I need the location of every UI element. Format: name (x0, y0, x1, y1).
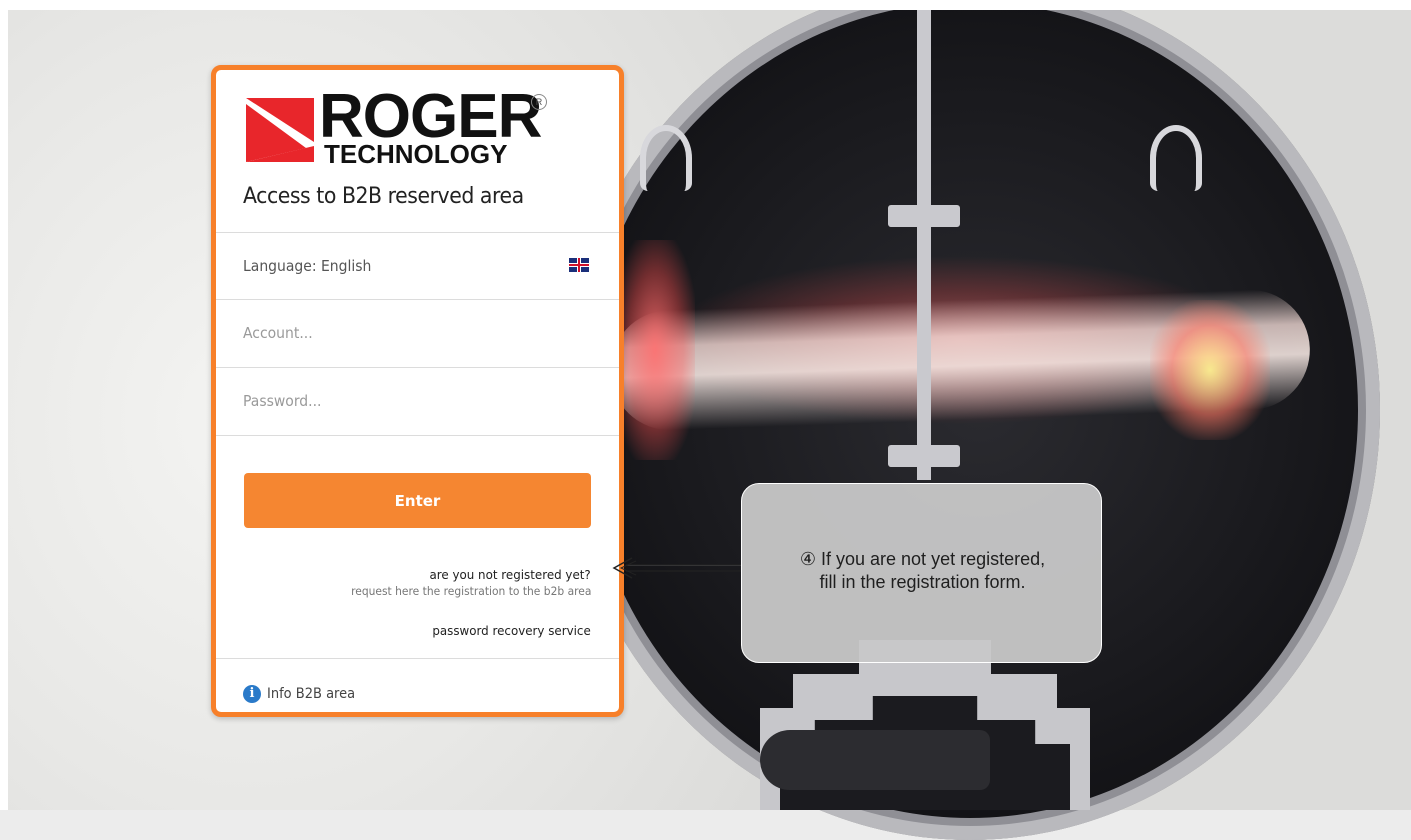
logo-mark-icon (246, 98, 314, 162)
callout-arrow-icon (612, 557, 742, 579)
help-callout: ④ If you are not yet registered, fill in… (741, 483, 1102, 663)
registered-mark: R (531, 94, 547, 110)
callout-line-1: ④ If you are not yet registered, (799, 549, 1046, 569)
callout-text: ④ If you are not yet registered, fill in… (742, 548, 1103, 595)
language-label: Language: English (243, 257, 372, 275)
profile-rib (917, 10, 931, 480)
info-icon: i (243, 685, 261, 703)
profile-clip (640, 125, 692, 191)
info-b2b-link[interactable]: i Info B2B area (243, 683, 362, 705)
page-title: Access to B2B reserved area (243, 184, 524, 209)
divider (216, 658, 619, 659)
callout-line-2: fill in the registration form. (819, 572, 1026, 593)
brand-subtitle: TECHNOLOGY (324, 139, 508, 169)
request-registration-link[interactable]: request here the registration to the b2b… (351, 584, 591, 598)
password-row (216, 367, 619, 434)
page-border (0, 0, 1411, 10)
led-glow-left-image (615, 240, 695, 460)
password-recovery-link[interactable]: password recovery service (433, 623, 591, 638)
login-panel: ROGER R TECHNOLOGY Access to B2B reserve… (211, 65, 624, 717)
brand-logo: ROGER R TECHNOLOGY (246, 86, 566, 174)
account-row (216, 299, 619, 366)
password-input[interactable] (243, 392, 560, 410)
profile-rib (888, 205, 960, 227)
enter-button[interactable]: Enter (244, 473, 591, 528)
profile-clip (1150, 125, 1202, 191)
divider (216, 435, 619, 436)
language-selector[interactable]: Language: English (216, 232, 619, 299)
info-b2b-label: Info B2B area (267, 686, 356, 702)
profile-rib (888, 445, 960, 467)
rubber-seal (760, 730, 990, 790)
uk-flag-icon[interactable] (569, 258, 589, 272)
account-input[interactable] (243, 324, 560, 342)
page-border (0, 0, 8, 810)
register-question-link[interactable]: are you not registered yet? (430, 567, 591, 582)
led-glow-image (1150, 300, 1270, 440)
